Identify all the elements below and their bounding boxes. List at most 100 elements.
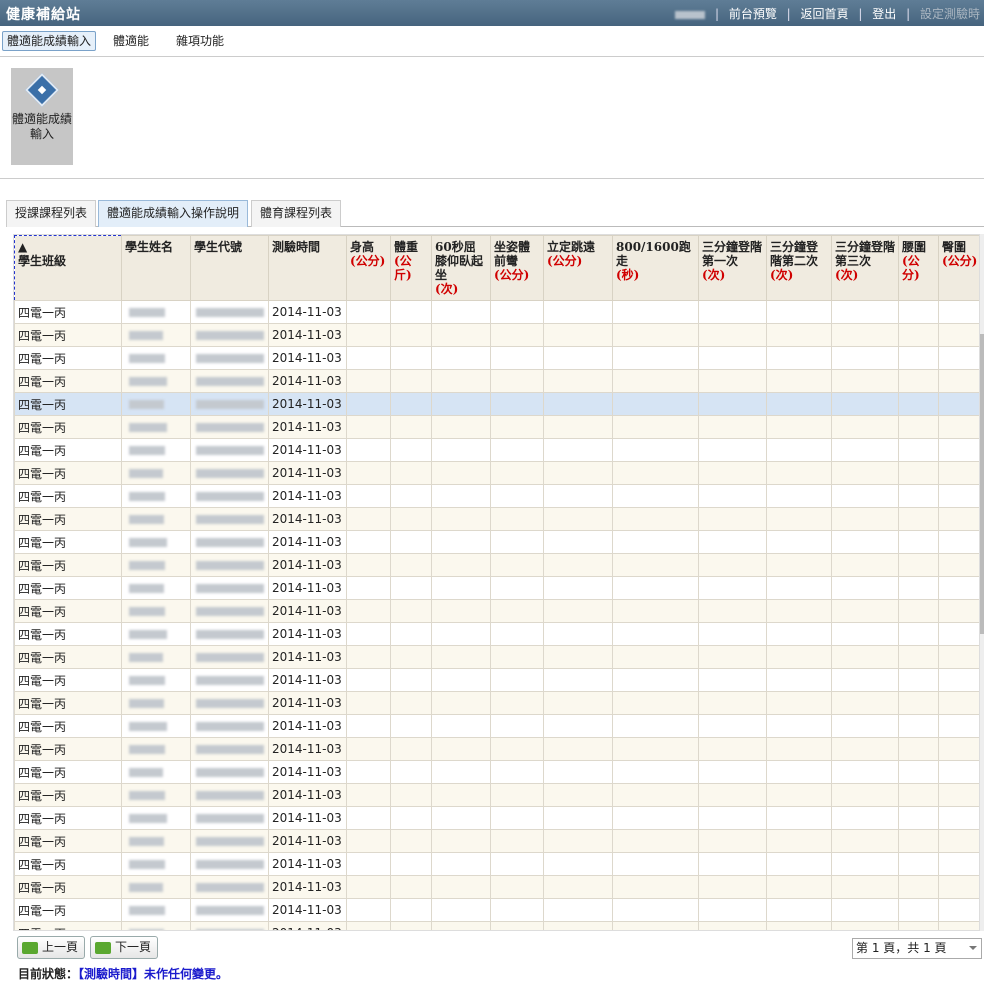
cell-score-input[interactable]	[766, 346, 832, 370]
cell-score-input[interactable]	[543, 346, 613, 370]
cell-score-input[interactable]	[490, 599, 544, 623]
cell-score-input[interactable]	[543, 415, 613, 439]
tab-pe-course-list[interactable]: 體育課程列表	[251, 200, 342, 227]
cell-score-input[interactable]	[831, 645, 899, 669]
column-header-9[interactable]: 800/1600跑走 (秒)	[612, 235, 699, 301]
cell-score-input[interactable]	[431, 461, 491, 485]
cell-score-input[interactable]	[766, 668, 832, 692]
cell-score-input[interactable]	[766, 691, 832, 715]
cell-score-input[interactable]	[698, 553, 767, 577]
cell-score-input[interactable]	[346, 622, 391, 646]
cell-score-input[interactable]	[698, 829, 767, 853]
column-header-0[interactable]: ▲ 學生班級	[14, 235, 122, 301]
cell-score-input[interactable]	[698, 346, 767, 370]
cell-score-input[interactable]	[698, 507, 767, 531]
cell-score-input[interactable]	[938, 346, 979, 370]
cell-score-input[interactable]	[490, 852, 544, 876]
cell-score-input[interactable]	[431, 714, 491, 738]
cell-score-input[interactable]	[831, 438, 899, 462]
cell-score-input[interactable]	[938, 461, 979, 485]
cell-score-input[interactable]	[612, 369, 699, 393]
cell-score-input[interactable]	[766, 461, 832, 485]
cell-score-input[interactable]	[390, 760, 432, 784]
cell-score-input[interactable]	[390, 530, 432, 554]
cell-score-input[interactable]	[490, 507, 544, 531]
column-header-1[interactable]: 學生姓名	[121, 235, 191, 301]
table-row[interactable]: 四電一丙 2014-11-03	[14, 645, 979, 669]
cell-score-input[interactable]	[938, 783, 979, 807]
table-row[interactable]: 四電一丙 2014-11-03	[14, 760, 979, 784]
cell-score-input[interactable]	[938, 852, 979, 876]
cell-score-input[interactable]	[698, 806, 767, 830]
cell-score-input[interactable]	[431, 300, 491, 324]
cell-score-input[interactable]	[898, 829, 939, 853]
cell-score-input[interactable]	[431, 484, 491, 508]
cell-score-input[interactable]	[431, 576, 491, 600]
cell-score-input[interactable]	[898, 300, 939, 324]
cell-score-input[interactable]	[543, 668, 613, 692]
cell-score-input[interactable]	[346, 875, 391, 899]
cell-score-input[interactable]	[898, 392, 939, 416]
cell-score-input[interactable]	[898, 369, 939, 393]
cell-score-input[interactable]	[543, 783, 613, 807]
cell-score-input[interactable]	[431, 829, 491, 853]
cell-score-input[interactable]	[938, 714, 979, 738]
cell-score-input[interactable]	[490, 415, 544, 439]
cell-score-input[interactable]	[543, 875, 613, 899]
cell-score-input[interactable]	[898, 484, 939, 508]
cell-score-input[interactable]	[346, 645, 391, 669]
cell-score-input[interactable]	[543, 576, 613, 600]
cell-score-input[interactable]	[346, 392, 391, 416]
cell-score-input[interactable]	[898, 576, 939, 600]
cell-score-input[interactable]	[938, 760, 979, 784]
table-row[interactable]: 四電一丙 2014-11-03	[14, 484, 979, 508]
cell-score-input[interactable]	[831, 553, 899, 577]
cell-score-input[interactable]	[431, 346, 491, 370]
cell-score-input[interactable]	[766, 369, 832, 393]
cell-score-input[interactable]	[898, 438, 939, 462]
cell-score-input[interactable]	[390, 737, 432, 761]
cell-score-input[interactable]	[390, 484, 432, 508]
cell-score-input[interactable]	[346, 530, 391, 554]
cell-score-input[interactable]	[543, 507, 613, 531]
cell-score-input[interactable]	[390, 622, 432, 646]
cell-score-input[interactable]	[898, 691, 939, 715]
cell-score-input[interactable]	[938, 829, 979, 853]
cell-score-input[interactable]	[346, 576, 391, 600]
table-row[interactable]: 四電一丙 2014-11-03	[14, 829, 979, 853]
cell-score-input[interactable]	[898, 714, 939, 738]
cell-score-input[interactable]	[346, 806, 391, 830]
cell-score-input[interactable]	[490, 438, 544, 462]
cell-score-input[interactable]	[698, 714, 767, 738]
cell-score-input[interactable]	[612, 806, 699, 830]
cell-score-input[interactable]	[831, 392, 899, 416]
column-header-10[interactable]: 三分鐘登階第一次 (次)	[698, 235, 767, 301]
cell-score-input[interactable]	[698, 530, 767, 554]
cell-score-input[interactable]	[490, 484, 544, 508]
cell-score-input[interactable]	[698, 875, 767, 899]
cell-score-input[interactable]	[698, 438, 767, 462]
cell-score-input[interactable]	[390, 346, 432, 370]
cell-score-input[interactable]	[612, 323, 699, 347]
cell-score-input[interactable]	[431, 668, 491, 692]
scrollbar-thumb[interactable]	[980, 334, 984, 634]
cell-score-input[interactable]	[612, 921, 699, 930]
column-header-8[interactable]: 立定跳遠 (公分)	[543, 235, 613, 301]
column-header-2[interactable]: 學生代號	[190, 235, 269, 301]
table-row[interactable]: 四電一丙 2014-11-03	[14, 852, 979, 876]
cell-score-input[interactable]	[766, 622, 832, 646]
table-row[interactable]: 四電一丙 2014-11-03	[14, 438, 979, 462]
cell-score-input[interactable]	[543, 691, 613, 715]
cell-score-input[interactable]	[698, 668, 767, 692]
cell-score-input[interactable]	[698, 415, 767, 439]
cell-score-input[interactable]	[612, 530, 699, 554]
cell-score-input[interactable]	[612, 415, 699, 439]
cell-score-input[interactable]	[766, 783, 832, 807]
cell-score-input[interactable]	[390, 553, 432, 577]
cell-score-input[interactable]	[390, 921, 432, 930]
cell-score-input[interactable]	[698, 898, 767, 922]
table-row[interactable]: 四電一丙 2014-11-03	[14, 369, 979, 393]
column-header-4[interactable]: 身高 (公分)	[346, 235, 391, 301]
cell-score-input[interactable]	[938, 622, 979, 646]
cell-score-input[interactable]	[612, 484, 699, 508]
